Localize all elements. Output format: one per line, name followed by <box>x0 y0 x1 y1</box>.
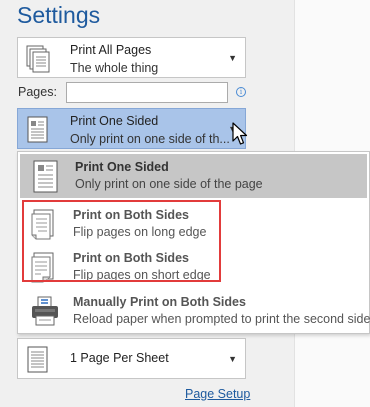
flip-short-edge-icon <box>30 251 58 290</box>
print-sides-desc: Only print on one side of th... <box>70 132 230 146</box>
menu-item-desc: Flip pages on long edge <box>73 225 207 239</box>
print-sides-label: Print One Sided <box>70 114 159 128</box>
dropdown-arrow-icon: ▼ <box>228 53 237 63</box>
one-sided-page-icon <box>26 116 50 149</box>
menu-item-title: Print on Both Sides <box>73 251 189 265</box>
mouse-cursor-icon <box>232 122 250 153</box>
menu-item-desc: Only print on one side of the page <box>75 177 263 191</box>
menu-item-desc: Flip pages on short edge <box>73 268 211 282</box>
info-icon[interactable]: i <box>236 87 246 97</box>
printer-icon <box>30 295 60 334</box>
flip-long-edge-icon <box>30 208 58 247</box>
pages-input[interactable] <box>66 82 228 103</box>
menu-item-manual-duplex[interactable]: Manually Print on Both Sides Reload pape… <box>18 289 370 334</box>
pages-stack-icon <box>26 45 52 78</box>
pages-label: Pages: <box>18 85 57 99</box>
page-title: Settings <box>17 2 101 28</box>
pages-per-sheet-label: 1 Page Per Sheet <box>70 351 169 365</box>
page-setup-link[interactable]: Page Setup <box>185 387 250 401</box>
menu-item-desc: Reload paper when prompted to print the … <box>73 312 370 326</box>
menu-item-print-one-sided[interactable]: Print One Sided Only print on one side o… <box>20 154 367 198</box>
print-range-desc: The whole thing <box>70 61 159 75</box>
print-range-label: Print All Pages <box>70 43 152 57</box>
single-page-icon <box>26 346 50 379</box>
menu-item-title: Manually Print on Both Sides <box>73 295 246 309</box>
print-sides-menu: Print One Sided Only print on one side o… <box>17 151 370 334</box>
dropdown-arrow-icon: ▼ <box>228 354 237 364</box>
pages-per-sheet-dropdown[interactable]: 1 Page Per Sheet ▼ <box>17 338 246 379</box>
one-sided-page-icon <box>32 160 60 199</box>
print-sides-dropdown[interactable]: Print One Sided Only print on one side o… <box>17 108 246 149</box>
menu-item-flip-short-edge[interactable]: Print on Both Sides Flip pages on short … <box>18 245 369 289</box>
menu-item-flip-long-edge[interactable]: Print on Both Sides Flip pages on long e… <box>18 202 369 246</box>
menu-item-title: Print on Both Sides <box>73 208 189 222</box>
menu-item-title: Print One Sided <box>75 160 169 174</box>
print-range-dropdown[interactable]: Print All Pages The whole thing ▼ <box>17 37 246 78</box>
